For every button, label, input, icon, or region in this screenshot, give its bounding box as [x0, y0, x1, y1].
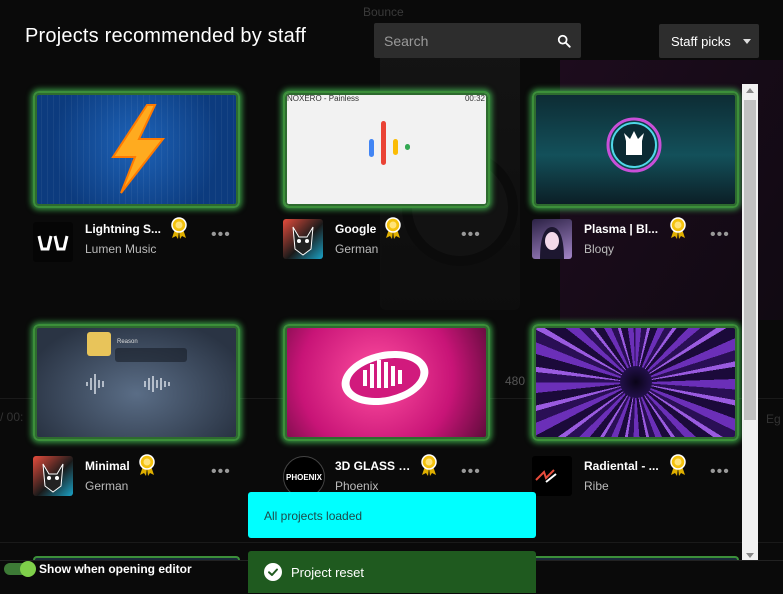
- staff-picks-modal: Projects recommended by staff Search Sta…: [0, 0, 783, 594]
- check-circle-icon: [264, 563, 282, 581]
- glass-logo-icon: [341, 350, 429, 406]
- thumbnail-song-title: NOXERO - Painless: [287, 94, 360, 103]
- tunnel-center: [620, 366, 652, 398]
- wolf-avatar-icon: [42, 463, 64, 493]
- project-author[interactable]: German: [335, 242, 378, 256]
- chevron-down-icon: [743, 38, 751, 44]
- phoenix-logo-text: PHOENIX: [286, 473, 323, 482]
- avatar[interactable]: [33, 456, 73, 496]
- search-icon[interactable]: [557, 34, 571, 48]
- more-options-icon[interactable]: •••: [461, 463, 481, 481]
- toggle-knob: [20, 561, 36, 577]
- project-author[interactable]: Phoenix: [335, 479, 378, 493]
- album-art: [87, 332, 111, 356]
- lightning-bolt-icon: [111, 104, 166, 194]
- more-options-icon[interactable]: •••: [461, 226, 481, 244]
- ribe-logo-icon: [535, 469, 557, 483]
- award-ribbon-icon: [139, 454, 155, 476]
- lumen-logo-icon: [37, 235, 69, 251]
- award-ribbon-icon: [670, 454, 686, 476]
- filter-dropdown[interactable]: Staff picks: [659, 24, 759, 58]
- project-thumbnail[interactable]: NOXERO - Painless 00:32: [283, 91, 490, 208]
- success-toast[interactable]: Project reset: [248, 551, 536, 593]
- wolf-avatar-icon: [292, 226, 314, 256]
- project-name[interactable]: Google: [335, 222, 376, 236]
- search-input[interactable]: Search: [374, 23, 581, 58]
- success-toast-text: Project reset: [291, 564, 364, 580]
- project-author[interactable]: Ribe: [584, 479, 609, 493]
- thumbnail-time: 00:32: [464, 94, 485, 103]
- scroll-up-icon[interactable]: [746, 88, 754, 93]
- more-options-icon[interactable]: •••: [710, 226, 730, 244]
- more-options-icon[interactable]: •••: [710, 463, 730, 481]
- now-playing-title: Reason: [117, 339, 138, 345]
- avatar[interactable]: [33, 222, 73, 262]
- info-toast-text: All projects loaded: [264, 509, 363, 523]
- project-thumbnail[interactable]: [532, 91, 739, 208]
- award-ribbon-icon: [670, 217, 686, 239]
- award-ribbon-icon: [385, 217, 401, 239]
- more-options-icon[interactable]: •••: [211, 226, 231, 244]
- info-toast[interactable]: All projects loaded: [248, 492, 536, 538]
- project-thumbnail[interactable]: [532, 324, 739, 441]
- search-placeholder: Search: [384, 32, 429, 49]
- project-name[interactable]: Plasma | Bl...: [584, 222, 658, 236]
- phoenix-logo-icon: PHOENIX: [286, 473, 323, 482]
- more-options-icon[interactable]: •••: [211, 463, 231, 481]
- project-name[interactable]: Radiental - ...: [584, 459, 659, 473]
- project-thumbnail[interactable]: [33, 91, 240, 208]
- now-playing-panel: [115, 348, 187, 362]
- google-voice-bars-icon: [369, 121, 410, 165]
- show-on-open-toggle[interactable]: [4, 561, 36, 577]
- award-ribbon-icon: [421, 454, 437, 476]
- scroll-down-icon[interactable]: [746, 553, 754, 558]
- filter-selected: Staff picks: [671, 33, 731, 49]
- anime-girl-avatar-icon: [540, 227, 564, 259]
- project-name[interactable]: 3D GLASS 2...: [335, 459, 415, 473]
- project-thumbnail[interactable]: Reason: [33, 324, 240, 441]
- project-author[interactable]: Bloqy: [584, 242, 614, 256]
- project-author[interactable]: Lumen Music: [85, 242, 156, 256]
- avatar[interactable]: [532, 219, 572, 259]
- avatar[interactable]: [532, 456, 572, 496]
- project-author[interactable]: German: [85, 479, 128, 493]
- crown-logo-icon: [606, 117, 662, 173]
- scrollbar-thumb[interactable]: [744, 100, 756, 420]
- avatar[interactable]: [283, 219, 323, 259]
- project-name[interactable]: Lightning S...: [85, 222, 161, 236]
- award-ribbon-icon: [171, 217, 187, 239]
- toggle-label: Show when opening editor: [39, 562, 192, 576]
- scrollbar[interactable]: [742, 84, 758, 562]
- project-name[interactable]: Minimal: [85, 459, 130, 473]
- project-thumbnail[interactable]: [283, 324, 490, 441]
- page-title: Projects recommended by staff: [25, 25, 307, 47]
